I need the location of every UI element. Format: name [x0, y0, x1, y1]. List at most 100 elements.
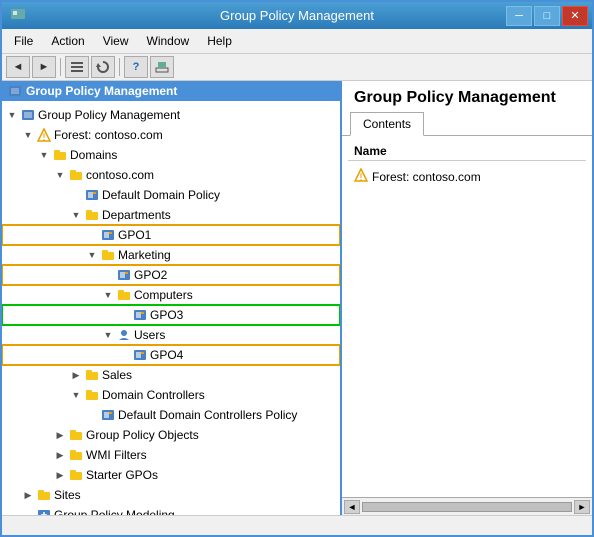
tab-contents[interactable]: Contents — [350, 112, 424, 136]
tabs-bar: Contents — [342, 111, 592, 136]
expand-domains[interactable]: ▼ — [36, 147, 52, 163]
tree-node-root[interactable]: ▼ Group Policy Management — [2, 105, 340, 125]
contoso-label: contoso.com — [86, 168, 154, 182]
view-button[interactable] — [65, 56, 89, 78]
contoso-icon — [68, 167, 84, 183]
gpos-icon — [68, 427, 84, 443]
expand-startergpos[interactable]: ▶ — [52, 467, 68, 483]
dc-icon — [84, 387, 100, 403]
right-panel: Group Policy Management Contents Name Fo… — [342, 81, 592, 515]
domains-label: Domains — [70, 148, 117, 162]
toolbar-separator-1 — [60, 58, 61, 76]
expand-marketing[interactable]: ▼ — [84, 247, 100, 263]
tree-node-contoso[interactable]: ▼ contoso.com — [2, 165, 340, 185]
tree-node-gpo2[interactable]: ▶ GPO2 — [2, 265, 340, 285]
departments-icon — [84, 207, 100, 223]
refresh-button[interactable] — [91, 56, 115, 78]
content-row-forest[interactable]: Forest: contoso.com — [348, 165, 586, 188]
startergpos-icon — [68, 467, 84, 483]
expand-users[interactable]: ▼ — [100, 327, 116, 343]
root-label: Group Policy Management — [38, 108, 180, 122]
root-icon — [20, 107, 36, 123]
tree-node-domains[interactable]: ▼ Domains — [2, 145, 340, 165]
domains-icon — [52, 147, 68, 163]
tree-node-dc[interactable]: ▼ Domain Controllers — [2, 385, 340, 405]
users-label: Users — [134, 328, 165, 342]
tree-node-forest[interactable]: ▼ Forest: contoso.com — [2, 125, 340, 145]
scroll-left-button[interactable]: ◄ — [344, 500, 360, 514]
gpo3-icon — [132, 307, 148, 323]
tree-node-users[interactable]: ▼ Users — [2, 325, 340, 345]
minimize-button[interactable]: ─ — [506, 6, 532, 26]
expand-wmif[interactable]: ▶ — [52, 447, 68, 463]
expand-dc[interactable]: ▼ — [68, 387, 84, 403]
scroll-thumb[interactable] — [362, 502, 572, 512]
expand-computers[interactable]: ▼ — [100, 287, 116, 303]
gpo4-label: GPO4 — [150, 348, 183, 362]
gpo2-icon — [116, 267, 132, 283]
gpo3-label: GPO3 — [150, 308, 183, 322]
expand-forest[interactable]: ▼ — [20, 127, 36, 143]
left-panel: Group Policy Management ▼ Group Policy M… — [2, 81, 342, 515]
ddp-label: Default Domain Policy — [102, 188, 220, 202]
tree-node-computers[interactable]: ▼ Computers — [2, 285, 340, 305]
sales-label: Sales — [102, 368, 132, 382]
right-bottom-bar: ◄ ► — [342, 497, 592, 515]
menu-item-file[interactable]: File — [6, 31, 41, 51]
tree-node-sites[interactable]: ▶ Sites — [2, 485, 340, 505]
tree-node-gpos[interactable]: ▶ Group Policy Objects — [2, 425, 340, 445]
tree-node-sales[interactable]: ▶ Sales — [2, 365, 340, 385]
tree-node-gpo4[interactable]: ▶ GPO4 — [2, 345, 340, 365]
menu-item-help[interactable]: Help — [199, 31, 240, 51]
ddcp-icon — [100, 407, 116, 423]
tree-node-ddcp[interactable]: ▶ Default Domain Controllers Policy — [2, 405, 340, 425]
toolbar: ◄ ► ? — [2, 54, 592, 81]
help-button[interactable]: ? — [124, 56, 148, 78]
forward-button[interactable]: ► — [32, 56, 56, 78]
tree-node-wmif[interactable]: ▶ WMI Filters — [2, 445, 340, 465]
tree-node-gpm[interactable]: ▶ Group Policy Modeling — [2, 505, 340, 515]
window-icon — [10, 6, 26, 25]
tree-node-startergpos[interactable]: ▶ Starter GPOs — [2, 465, 340, 485]
title-controls: ─ □ ✕ — [506, 6, 588, 26]
ddp-icon — [84, 187, 100, 203]
sites-icon — [36, 487, 52, 503]
left-panel-title: Group Policy Management — [26, 84, 177, 98]
wmif-label: WMI Filters — [86, 448, 147, 462]
tree-node-ddp[interactable]: ▶ Default Domain Policy — [2, 185, 340, 205]
gpm-header-icon — [8, 84, 22, 98]
maximize-button[interactable]: □ — [534, 6, 560, 26]
tree-node-marketing[interactable]: ▼ Marketing — [2, 245, 340, 265]
status-bar — [2, 515, 592, 535]
title-bar-text: Group Policy Management — [220, 8, 374, 23]
expand-contoso[interactable]: ▼ — [52, 167, 68, 183]
right-panel-title: Group Policy Management — [342, 81, 592, 111]
marketing-icon — [100, 247, 116, 263]
wmif-icon — [68, 447, 84, 463]
close-button[interactable]: ✕ — [562, 6, 588, 26]
scroll-right-button[interactable]: ► — [574, 500, 590, 514]
export-button[interactable] — [150, 56, 174, 78]
departments-label: Departments — [102, 208, 171, 222]
left-panel-header: Group Policy Management — [2, 81, 340, 101]
tree-node-departments[interactable]: ▼ Departments — [2, 205, 340, 225]
expand-sites[interactable]: ▶ — [20, 487, 36, 503]
tree-container[interactable]: ▼ Group Policy Management ▼ — [2, 101, 340, 515]
menu-item-window[interactable]: Window — [139, 31, 198, 51]
horizontal-scrollbar[interactable]: ◄ ► — [342, 499, 592, 515]
gpo2-label: GPO2 — [134, 268, 167, 282]
expand-root[interactable]: ▼ — [4, 107, 20, 123]
expand-gpos[interactable]: ▶ — [52, 427, 68, 443]
content-row-forest-label: Forest: contoso.com — [372, 170, 481, 184]
back-button[interactable]: ◄ — [6, 56, 30, 78]
main-content: Group Policy Management ▼ Group Policy M… — [2, 81, 592, 515]
sites-label: Sites — [54, 488, 81, 502]
menu-item-view[interactable]: View — [95, 31, 137, 51]
ddcp-label: Default Domain Controllers Policy — [118, 408, 297, 422]
expand-departments[interactable]: ▼ — [68, 207, 84, 223]
tree-node-gpo3[interactable]: ▶ GPO3 — [2, 305, 340, 325]
expand-sales[interactable]: ▶ — [68, 367, 84, 383]
menu-item-action[interactable]: Action — [43, 31, 92, 51]
startergpos-label: Starter GPOs — [86, 468, 158, 482]
tree-node-gpo1[interactable]: ▶ GPO1 — [2, 225, 340, 245]
